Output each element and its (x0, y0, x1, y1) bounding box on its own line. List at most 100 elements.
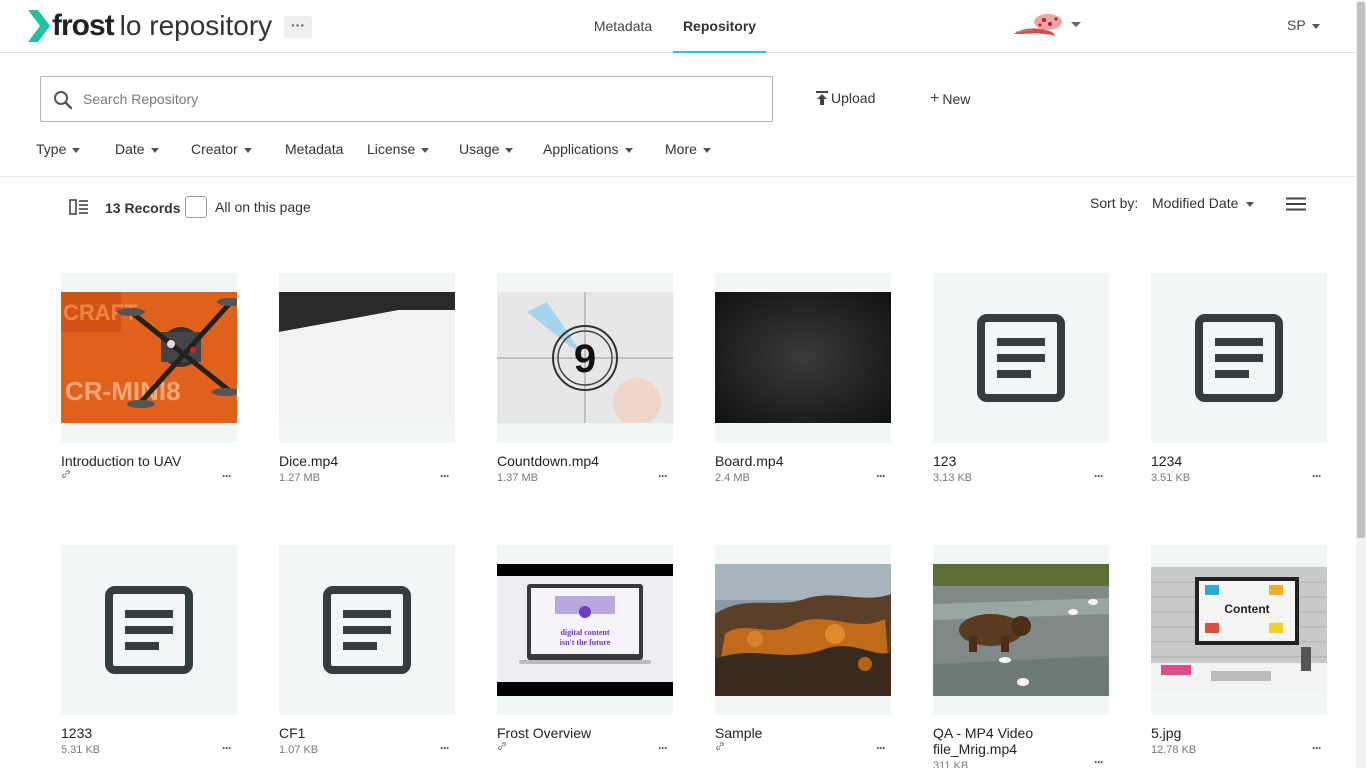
asset-thumbnail[interactable]: 9 (497, 273, 673, 443)
brand-logo[interactable]: frost lo repository (28, 8, 272, 44)
asset-size: 1.27 MB (279, 472, 320, 484)
filter-creator[interactable]: Creator (191, 141, 252, 157)
app-menu-button[interactable]: ··· (284, 16, 312, 38)
filter-more[interactable]: More (665, 141, 711, 157)
asset-title[interactable]: Sample (715, 725, 865, 741)
asset-more-button[interactable]: ··· (658, 741, 668, 755)
svg-text:isn't the future: isn't the future (560, 638, 611, 647)
tab-metadata[interactable]: Metadata (584, 0, 662, 53)
filter-type[interactable]: Type (36, 141, 81, 157)
asset-thumbnail[interactable]: digital content isn't the future (497, 545, 673, 715)
asset-thumbnail[interactable] (715, 273, 891, 443)
asset-more-button[interactable]: ··· (658, 469, 668, 483)
asset-more-button[interactable]: ··· (440, 741, 450, 755)
asset-size: 3.51 KB (1151, 472, 1191, 484)
asset-title[interactable]: 5.jpg (1151, 725, 1301, 741)
asset-thumbnail[interactable] (715, 545, 891, 715)
asset-more-button[interactable]: ··· (876, 469, 886, 483)
organization-logo[interactable] (1012, 12, 1066, 38)
asset-more-button[interactable]: ··· (1312, 741, 1322, 755)
asset-size: 3.13 KB (933, 472, 973, 484)
asset-title[interactable]: Frost Overview (497, 725, 647, 741)
asset-thumbnail[interactable]: CRAFT CR-MINI8 (61, 273, 237, 443)
sort-value: Modified Date (1152, 195, 1239, 211)
sort-dropdown[interactable]: Modified Date (1152, 195, 1255, 211)
asset-size: 2.4 MB (715, 472, 750, 484)
asset-card[interactable]: CF1 1.07 KB ··· (279, 545, 455, 756)
asset-thumbnail[interactable] (279, 545, 455, 715)
asset-title[interactable]: 1234 (1151, 453, 1301, 469)
chevron-down-icon (150, 147, 159, 153)
rocks-image (715, 564, 891, 696)
search-box[interactable] (40, 76, 773, 122)
asset-card[interactable]: 9 Countdown.mp4 1.37 MB ··· (497, 273, 673, 484)
brand-name: frost (52, 9, 115, 42)
asset-size: 1.07 KB (279, 744, 319, 756)
chevron-down-icon (1246, 201, 1255, 207)
asset-more-button[interactable]: ··· (876, 741, 886, 755)
new-button[interactable]: + New (930, 90, 970, 108)
asset-card[interactable]: digital content isn't the future Frost O… (497, 545, 673, 755)
details-panel-icon[interactable] (69, 199, 89, 215)
asset-title[interactable]: 123 (933, 453, 1083, 469)
upload-icon (816, 91, 828, 105)
hamburger-icon[interactable] (1286, 197, 1306, 211)
document-icon (105, 586, 193, 674)
vertical-scrollbar[interactable] (1356, 0, 1366, 768)
asset-title[interactable]: Countdown.mp4 (497, 453, 647, 469)
asset-thumbnail[interactable] (279, 273, 455, 443)
user-initials: SP (1287, 17, 1306, 33)
asset-card[interactable]: 1233 5.31 KB ··· (61, 545, 237, 756)
filter-license[interactable]: License (367, 141, 430, 157)
asset-more-button[interactable]: ··· (1094, 755, 1104, 768)
select-all-checkbox[interactable] (185, 196, 207, 218)
asset-thumbnail[interactable] (933, 273, 1109, 443)
search-icon[interactable] (53, 90, 73, 110)
svg-text:Content: Content (1224, 602, 1269, 616)
asset-card[interactable]: Content 5.jpg 12.78 KB ··· (1151, 545, 1327, 756)
asset-card[interactable]: Dice.mp4 1.27 MB ··· (279, 273, 455, 484)
asset-card[interactable]: Sample ··· (715, 545, 891, 755)
scrollbar-thumb[interactable] (1357, 2, 1365, 538)
filter-label: Metadata (285, 141, 344, 157)
search-input[interactable] (83, 77, 763, 121)
filter-metadata[interactable]: Metadata (285, 141, 343, 157)
asset-more-button[interactable]: ··· (222, 469, 232, 483)
tab-repository[interactable]: Repository (673, 0, 766, 53)
record-count: 13 Records (105, 200, 181, 216)
asset-size: 311 KB (933, 760, 969, 768)
user-menu[interactable]: SP (1287, 17, 1320, 33)
filter-usage[interactable]: Usage (459, 141, 514, 157)
chevron-down-icon (1311, 23, 1320, 29)
asset-card[interactable]: Board.mp4 2.4 MB ··· (715, 273, 891, 484)
asset-title[interactable]: QA - MP4 Video file_Mrig.mp4 (933, 725, 1083, 757)
chevron-down-icon (243, 147, 252, 153)
filter-date[interactable]: Date (115, 141, 159, 157)
asset-title[interactable]: Introduction to UAV (61, 453, 211, 469)
link-icon (62, 470, 70, 478)
asset-title[interactable]: 1233 (61, 725, 211, 741)
asset-card[interactable]: QA - MP4 Video file_Mrig.mp4 311 KB ··· (933, 545, 1109, 768)
filter-applications[interactable]: Applications (543, 141, 633, 157)
asset-thumbnail[interactable]: Content (1151, 545, 1327, 715)
asset-thumbnail[interactable] (1151, 273, 1327, 443)
asset-more-button[interactable]: ··· (222, 741, 232, 755)
asset-thumbnail[interactable] (61, 545, 237, 715)
chevron-down-icon (72, 147, 81, 153)
filter-label: Type (36, 141, 67, 157)
organization-dropdown-icon[interactable] (1071, 22, 1081, 27)
asset-thumbnail[interactable] (933, 545, 1109, 715)
asset-title[interactable]: Board.mp4 (715, 453, 865, 469)
asset-more-button[interactable]: ··· (1094, 469, 1104, 483)
asset-size: 12.78 KB (1151, 744, 1197, 756)
asset-card[interactable]: 1234 3.51 KB ··· (1151, 273, 1327, 484)
asset-title[interactable]: CF1 (279, 725, 429, 741)
asset-card[interactable]: CRAFT CR-MINI8 Introduction to UAV ··· (61, 273, 237, 483)
overview-image: digital content isn't the future (497, 564, 673, 696)
asset-more-button[interactable]: ··· (440, 469, 450, 483)
asset-more-button[interactable]: ··· (1312, 469, 1322, 483)
upload-button[interactable]: Upload (816, 90, 875, 106)
asset-card[interactable]: 123 3.13 KB ··· (933, 273, 1109, 484)
filter-label: More (665, 141, 697, 157)
asset-title[interactable]: Dice.mp4 (279, 453, 429, 469)
